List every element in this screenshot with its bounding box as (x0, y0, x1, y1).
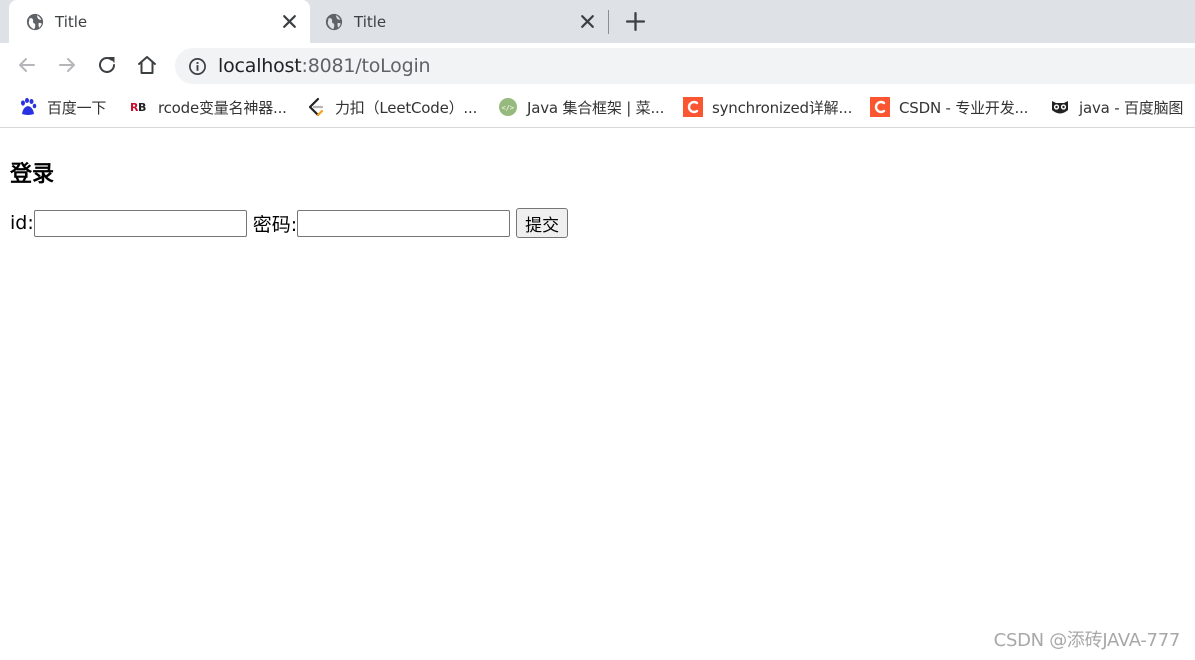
close-icon[interactable] (281, 13, 298, 30)
bookmark-csdn[interactable]: CSDN - 专业开发... (870, 96, 1028, 118)
bookmark-label: synchronized详解... (712, 98, 853, 117)
new-tab-plus-icon[interactable] (625, 11, 646, 32)
rb-logo-icon: R B (130, 101, 146, 114)
password-input[interactable] (297, 209, 511, 237)
svg-text:B: B (138, 101, 146, 114)
id-input[interactable] (33, 209, 247, 237)
url-path: :8081/toLogin (301, 55, 431, 77)
tab-separator (608, 10, 609, 34)
baidu-paw-icon (21, 98, 37, 115)
password-label: 密码: (252, 213, 298, 236)
bookmark-naotu[interactable]: java - 百度脑图 (1050, 96, 1183, 118)
submit-button[interactable]: 提交 (516, 208, 569, 238)
browser-toolbar: localhost:8081/toLogin (0, 43, 1195, 87)
runoob-icon: </> (499, 98, 517, 116)
page-title: 登录 (10, 162, 55, 187)
tab-strip: Title Title (0, 0, 1195, 43)
bookmark-label: 百度一下 (47, 98, 107, 117)
url-host: localhost (218, 55, 302, 77)
reload-icon[interactable] (95, 53, 119, 77)
home-icon[interactable] (135, 53, 159, 77)
bookmark-rcode[interactable]: R B rcode变量名神器... (129, 96, 287, 118)
globe-icon (26, 13, 44, 31)
globe-icon (325, 13, 343, 31)
forward-arrow-icon[interactable] (55, 53, 79, 77)
bookmark-label: java - 百度脑图 (1079, 98, 1184, 117)
bookmark-leetcode[interactable]: 力扣（LeetCode）... (306, 96, 477, 118)
bookmark-label: Java 集合框架 | 菜... (527, 98, 665, 117)
tab-title: Title (55, 13, 88, 31)
login-form: id: 密码: 提交 (10, 208, 569, 238)
url-text: localhost:8081/toLogin (218, 55, 431, 77)
svg-text:</>: </> (502, 104, 515, 112)
close-icon[interactable] (579, 13, 596, 30)
info-icon[interactable] (188, 57, 207, 76)
csdn-c-icon (870, 97, 890, 117)
tab-inactive[interactable]: Title (310, 0, 608, 43)
bookmark-baidu[interactable]: 百度一下 (18, 96, 106, 118)
bookmark-label: 力扣（LeetCode）... (335, 98, 478, 117)
id-label: id: (10, 212, 34, 234)
bookmark-synchronized[interactable]: synchronized详解... (683, 96, 852, 118)
page-content: 登录 id: 密码: 提交 CSDN @添砖JAVA-777 (0, 129, 1195, 660)
bookmark-runoob[interactable]: </> Java 集合框架 | 菜... (498, 96, 664, 118)
watermark: CSDN @添砖JAVA-777 (993, 630, 1181, 651)
bookmark-label: rcode变量名神器... (158, 98, 287, 117)
bookmark-label: CSDN - 专业开发... (899, 98, 1029, 117)
back-arrow-icon[interactable] (15, 53, 39, 77)
tab-active[interactable]: Title (9, 0, 310, 43)
tab-title: Title (354, 13, 387, 31)
address-bar[interactable]: localhost:8081/toLogin (175, 48, 1195, 84)
csdn-c-icon (683, 97, 703, 117)
bookmarks-bar: 百度一下 R B rcode变量名神器... 力扣（LeetCode）... <… (0, 87, 1195, 128)
naotu-owl-icon (1052, 101, 1068, 114)
leetcode-icon (308, 97, 324, 117)
